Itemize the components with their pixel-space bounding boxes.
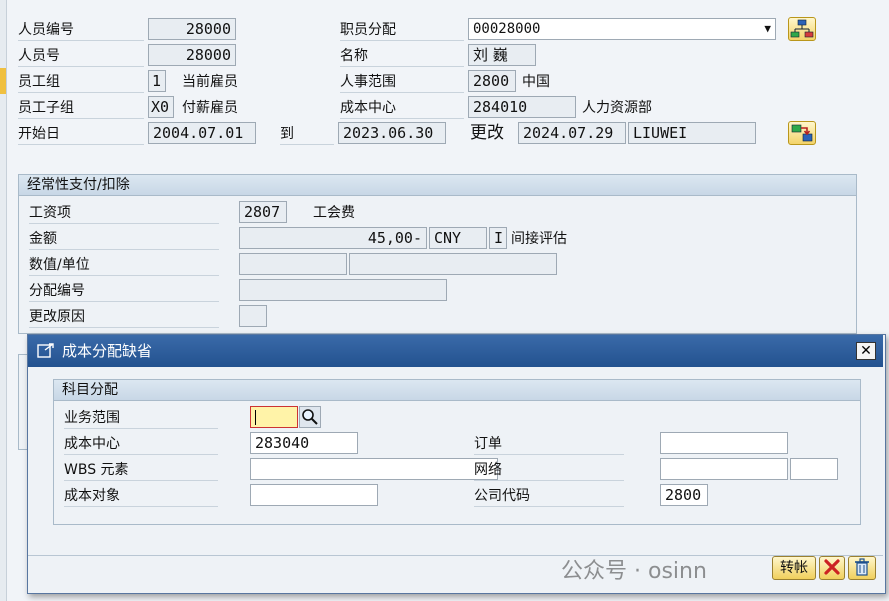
reason-label: 更改原因 [29, 307, 219, 328]
person-id-label: 人员号 [18, 46, 144, 67]
unit-field[interactable] [349, 253, 557, 275]
network-label: 网络 [474, 460, 624, 481]
business-area-search-button[interactable] [299, 406, 321, 428]
change-history-icon [791, 124, 813, 142]
dlg-cost-center-input[interactable]: 283040 [250, 432, 358, 454]
emp-subgroup-label: 员工子组 [18, 98, 144, 119]
left-strip-tab[interactable] [0, 68, 6, 94]
wbs-input[interactable] [250, 458, 498, 480]
dialog-title-bar[interactable]: 成本分配缺省 ✕ [28, 335, 883, 367]
changed-date-field[interactable]: 2024.07.29 [518, 122, 626, 144]
wage-type-label: 工资项 [29, 203, 219, 224]
order-input[interactable] [660, 432, 788, 454]
changed-user-field[interactable]: LIUWEI [628, 122, 756, 144]
emp-group-text: 当前雇员 [182, 74, 238, 90]
indicator-text: 间接评估 [511, 231, 567, 247]
indicator-field[interactable]: I [489, 227, 507, 249]
transfer-button[interactable]: 转帐 [772, 556, 816, 580]
recurring-payments-group: 经常性支付/扣除 工资项 2807 工会费 金额 45,00- CNY I 间接… [18, 174, 857, 334]
personnel-no-label: 人员编号 [18, 20, 144, 41]
business-area-label: 业务范围 [64, 408, 218, 429]
changed-label: 更改 [470, 123, 504, 143]
assignment-no-label: 分配编号 [29, 281, 219, 302]
number-unit-label: 数值/单位 [29, 255, 219, 276]
name-label: 名称 [340, 46, 464, 67]
personnel-no-field[interactable]: 28000 [148, 18, 236, 40]
recurring-group-title: 经常性支付/扣除 [19, 175, 856, 196]
business-area-input[interactable] [250, 406, 298, 428]
amount-label: 金额 [29, 229, 219, 250]
assignment-no-field[interactable] [239, 279, 447, 301]
cost-object-label: 成本对象 [64, 486, 218, 507]
cost-object-input[interactable] [250, 484, 378, 506]
company-code-input[interactable]: 2800 [660, 484, 708, 506]
emp-group-code-field[interactable]: 1 [148, 70, 166, 92]
wbs-label: WBS 元素 [64, 460, 218, 481]
change-history-button[interactable] [788, 121, 816, 145]
org-structure-icon [790, 19, 814, 38]
reason-field[interactable] [239, 305, 267, 327]
start-date-field[interactable]: 2004.07.01 [148, 122, 256, 144]
left-screen-strip [0, 0, 7, 601]
end-date-field[interactable]: 2023.06.30 [338, 122, 446, 144]
cost-assignment-dialog: 成本分配缺省 ✕ 科目分配 业务范围 成本中心 283040 WBS 元素 成本… [27, 334, 886, 594]
order-label: 订单 [474, 434, 624, 455]
search-icon [302, 409, 318, 425]
pers-area-text: 中国 [522, 74, 550, 90]
emp-subgroup-text: 付薪雇员 [182, 100, 238, 116]
pers-area-label: 人事范围 [340, 72, 464, 93]
cost-center-text: 人力资源部 [582, 100, 652, 116]
account-assignment-title: 科目分配 [54, 380, 860, 401]
currency-field[interactable]: CNY [429, 227, 487, 249]
company-code-label: 公司代码 [474, 486, 624, 507]
start-date-label: 开始日 [18, 124, 144, 145]
assignment-label: 职员分配 [340, 20, 464, 41]
emp-subgroup-code-field[interactable]: X0 [148, 96, 174, 118]
delete-button[interactable] [848, 556, 876, 580]
cancel-icon [824, 559, 840, 575]
wage-type-text: 工会费 [313, 205, 355, 221]
assignment-value: 00028000 [473, 21, 541, 37]
dialog-footer-divider [28, 555, 883, 556]
person-id-field[interactable]: 28000 [148, 44, 236, 66]
wage-type-field[interactable]: 2807 [239, 201, 287, 223]
to-label: 到 [280, 124, 334, 145]
dlg-cost-center-label: 成本中心 [64, 434, 218, 455]
chevron-down-icon[interactable]: ▼ [764, 19, 771, 39]
amount-field[interactable]: 45,00- [239, 227, 427, 249]
text-cursor [255, 410, 256, 425]
pers-area-code-field[interactable]: 2800 [468, 70, 516, 92]
assignment-dropdown[interactable]: 00028000 ▼ [468, 18, 776, 40]
org-structure-button[interactable] [788, 17, 816, 41]
emp-group-label: 员工组 [18, 72, 144, 93]
network-input[interactable] [660, 458, 788, 480]
number-field[interactable] [239, 253, 347, 275]
watermark-text: 公众号 · osinn [561, 559, 707, 584]
dialog-title: 成本分配缺省 [62, 342, 153, 360]
close-icon[interactable]: ✕ [856, 342, 876, 360]
dialog-window-icon [37, 343, 54, 358]
cancel-button[interactable] [819, 556, 845, 580]
cost-center-code-field[interactable]: 284010 [468, 96, 576, 118]
delete-icon [855, 558, 869, 576]
cost-center-label: 成本中心 [340, 98, 464, 119]
network-activity-input[interactable] [790, 458, 838, 480]
name-field[interactable]: 刘 巍 [468, 44, 536, 66]
account-assignment-group: 科目分配 业务范围 成本中心 283040 WBS 元素 成本对象 订单 网络 … [53, 379, 861, 525]
